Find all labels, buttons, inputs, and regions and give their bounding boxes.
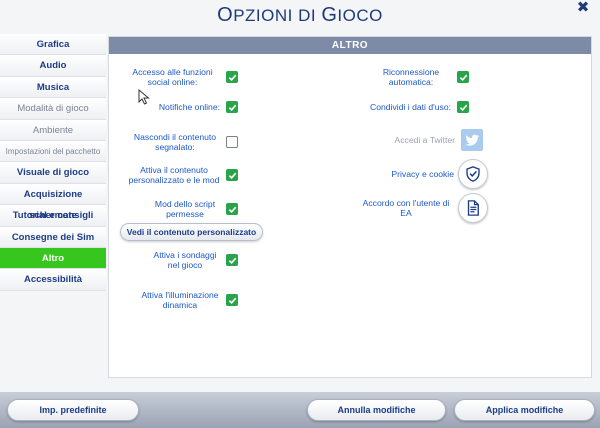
sidebar-item-visuale-di-gioco[interactable]: Visuale di gioco	[0, 162, 106, 184]
option-mod-script: Mod dello script permesse	[125, 199, 238, 219]
option-label: Attiva i sondaggi nel gioco	[153, 250, 217, 270]
sidebar-item-consegne-dei-sim[interactable]: Consegne dei Sim	[0, 226, 106, 248]
checkbox-contenuto-personalizzato[interactable]	[226, 169, 238, 181]
option-riconnessione: Riconnessione automatica:	[349, 67, 469, 87]
options-panel: ALTRO Accesso alle funzioni social onlin…	[108, 36, 592, 378]
sidebar-item-modalita-di-gioco[interactable]: Modalità di gioco	[0, 98, 106, 120]
panel-title: ALTRO	[109, 37, 591, 54]
privacy-cookie-link[interactable]: Privacy e cookie	[349, 159, 488, 189]
agreement-label: Accordo con l'utente di EA	[362, 198, 450, 218]
checkbox-notifiche-online[interactable]	[226, 101, 238, 113]
privacy-label: Privacy e cookie	[391, 169, 454, 179]
option-label: Attiva il contenuto personalizzato e le …	[128, 165, 220, 185]
option-social-online: Accesso alle funzioni social online:	[125, 67, 238, 87]
option-illuminazione-dinamica: Attiva l'illuminazione dinamica	[125, 290, 238, 310]
cancel-changes-button[interactable]: Annulla modifiche	[307, 399, 446, 421]
sidebar-item-accessibilita[interactable]: Accessibilità	[0, 269, 106, 291]
checkbox-sondaggi[interactable]	[226, 254, 238, 266]
option-sondaggi: Attiva i sondaggi nel gioco	[125, 250, 238, 270]
twitter-login[interactable]: Accedi a Twitter	[349, 129, 483, 151]
option-condividi-dati: Condividi i dati d'uso:	[349, 101, 469, 113]
sidebar-item-impostazioni-pacchetto[interactable]: Impostazioni del pacchetto	[0, 140, 106, 163]
checkbox-condividi-dati[interactable]	[457, 101, 469, 113]
checkbox-mod-script[interactable]	[226, 203, 238, 215]
sidebar-item-grafica[interactable]: Grafica	[0, 34, 106, 56]
shield-check-icon[interactable]	[458, 159, 488, 189]
mouse-cursor-icon	[138, 88, 150, 110]
sidebar-item-acquisizione-schermate[interactable]: Acquisizione schermate	[0, 183, 106, 221]
checkbox-riconnessione[interactable]	[457, 71, 469, 83]
defaults-button[interactable]: Imp. predefinite	[7, 399, 139, 421]
option-nascondi-segnalato: Nascondi il contenuto segnalato:	[125, 132, 238, 152]
sidebar: Grafica Audio Musica Modalità di gioco A…	[0, 34, 106, 291]
footer-bar: Imp. predefinite Annulla modifiche Appli…	[0, 392, 600, 428]
twitter-label: Accedi a Twitter	[394, 135, 456, 145]
twitter-icon[interactable]	[461, 129, 483, 151]
apply-changes-button[interactable]: Applica modifiche	[454, 399, 595, 421]
option-contenuto-personalizzato: Attiva il contenuto personalizzato e le …	[125, 165, 238, 185]
document-icon[interactable]	[458, 193, 488, 223]
option-label: Nascondi il contenuto segnalato:	[133, 132, 217, 152]
option-label: Accesso alle funzioni social online:	[132, 67, 213, 87]
close-icon[interactable]: ✖	[574, 0, 592, 16]
checkbox-nascondi-segnalato[interactable]	[226, 136, 238, 148]
option-label: Condividi i dati d'uso:	[370, 102, 451, 112]
page-title: OPZIONI DI GIOCO	[217, 4, 383, 26]
ea-user-agreement-link[interactable]: Accordo con l'utente di EA	[349, 193, 488, 223]
sidebar-item-altro[interactable]: Altro	[0, 247, 106, 270]
sidebar-item-musica[interactable]: Musica	[0, 76, 106, 99]
view-custom-content-button[interactable]: Vedi il contenuto personalizzato	[120, 223, 263, 241]
sidebar-item-ambiente[interactable]: Ambiente	[0, 119, 106, 141]
option-label: Notifiche online:	[158, 102, 220, 112]
checkbox-illuminazione-dinamica[interactable]	[226, 294, 238, 306]
option-label: Attiva l'illuminazione dinamica	[141, 290, 219, 310]
sidebar-item-tutorial-consigli[interactable]: Tutorial e consigli	[0, 205, 106, 227]
option-label: Riconnessione automatica:	[382, 67, 440, 87]
option-label: Mod dello script permesse	[154, 199, 216, 219]
checkbox-social-online[interactable]	[226, 71, 238, 83]
sidebar-item-audio[interactable]: Audio	[0, 55, 106, 77]
